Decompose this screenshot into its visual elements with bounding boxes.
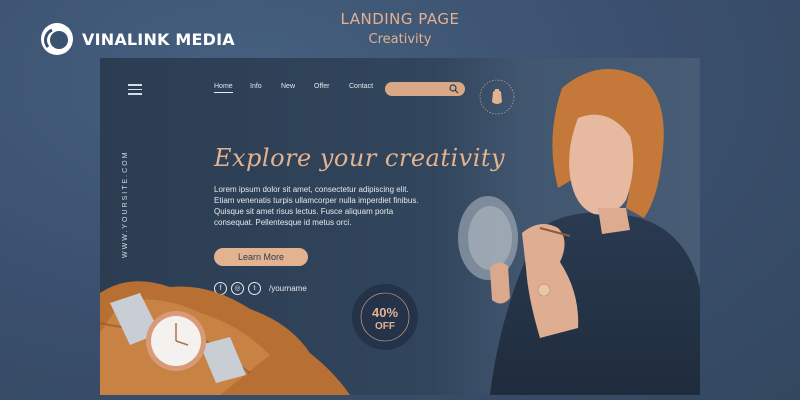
- hero-photo: [430, 58, 700, 395]
- page-title: LANDING PAGE: [340, 10, 460, 28]
- hero-body-text: Lorem ipsum dolor sit amet, consectetur …: [214, 185, 419, 227]
- handmade-badge-icon: [479, 79, 515, 115]
- offer-label: OFF: [375, 321, 395, 332]
- nav-home[interactable]: Home: [214, 83, 233, 93]
- offer-percent: 40%: [372, 305, 398, 320]
- hamburger-menu-icon[interactable]: [128, 84, 142, 98]
- nav-contact[interactable]: Contact: [349, 83, 373, 90]
- nav-new[interactable]: New: [281, 83, 295, 90]
- brand-name: VINALINK MEDIA: [82, 29, 235, 49]
- nav-info[interactable]: Info: [250, 83, 262, 90]
- vinalink-logo-icon: [41, 23, 73, 55]
- site-url-vertical: WWW.YOURSITE.COM: [122, 150, 129, 258]
- hero-headline: Explore your creativity: [214, 144, 506, 172]
- page-subtitle: Creativity: [368, 32, 432, 47]
- brand-logo[interactable]: VINALINK MEDIA: [40, 22, 235, 56]
- landing-page-mockup: Home Info New Offer Contact WWW.YOURSITE…: [100, 58, 700, 395]
- search-icon[interactable]: [449, 84, 459, 94]
- nav-offer[interactable]: Offer: [314, 83, 329, 90]
- discount-badge[interactable]: 40% OFF: [350, 282, 420, 352]
- fabric-and-watch-image: [100, 281, 350, 395]
- search-input[interactable]: [385, 82, 465, 96]
- page-header: LANDING PAGE Creativity: [300, 10, 500, 47]
